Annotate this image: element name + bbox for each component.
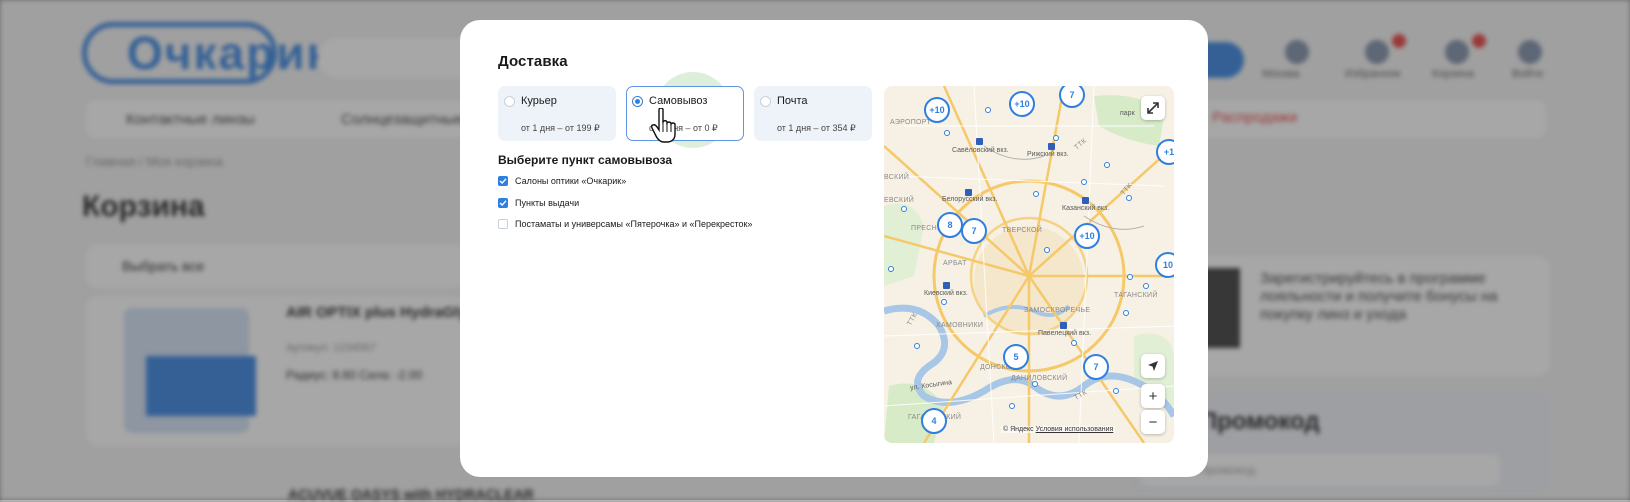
map-cluster[interactable]: 7 — [961, 218, 987, 244]
pickup-point[interactable] — [1033, 191, 1039, 197]
radio-courier[interactable] — [504, 96, 515, 107]
pickup-point[interactable] — [1071, 340, 1077, 346]
option-price: от 1 дня – от 199 ₽ — [521, 123, 600, 134]
pickup-point[interactable] — [1123, 310, 1129, 316]
station-icon — [965, 189, 972, 196]
pickup-point[interactable] — [944, 130, 950, 136]
pickup-point[interactable] — [1143, 283, 1149, 289]
map-label: Рижский вкз. — [1027, 151, 1069, 158]
pickup-point[interactable] — [914, 343, 920, 349]
map-label: ВСКИЙ — [884, 174, 909, 181]
station-icon — [943, 282, 950, 289]
station-icon — [976, 138, 983, 145]
map-copyright: © Яндекс Условия использования — [1001, 426, 1115, 433]
map-label: ХАМОВНИКИ — [936, 322, 983, 329]
radio-post[interactable] — [760, 96, 771, 107]
map-cluster[interactable]: 8 — [937, 212, 963, 238]
map-label: АРБАТ — [943, 260, 967, 267]
yandex-copyright: © Яндекс — [1003, 426, 1034, 433]
filter-label: Пункты выдачи — [515, 198, 579, 208]
delivery-modal: Доставка Курьер от 1 дня – от 199 ₽ Само… — [460, 20, 1208, 477]
map-label: Казанский вкз. — [1062, 205, 1109, 212]
delivery-option-pickup[interactable]: Самовывоз от 1 дня – от 0 ₽ — [626, 86, 744, 141]
filter-optics-salons[interactable]: Салоны оптики «Очкарик» — [498, 176, 626, 186]
pickup-point[interactable] — [1053, 135, 1059, 141]
pickup-point[interactable] — [1009, 403, 1015, 409]
pickup-point[interactable] — [1081, 179, 1087, 185]
map-cluster[interactable]: 10 — [1155, 252, 1174, 278]
pickup-heading: Выберите пункт самовывоза — [498, 153, 672, 167]
station-icon — [1048, 143, 1055, 150]
geolocation-button[interactable] — [1141, 354, 1165, 378]
zoom-out-button[interactable]: − — [1141, 410, 1165, 434]
pickup-point[interactable] — [1113, 388, 1119, 394]
zoom-in-button[interactable]: + — [1141, 384, 1165, 408]
map-cluster[interactable]: 4 — [921, 408, 947, 434]
map-label: ТВЕРСКОЙ — [1002, 227, 1042, 234]
station-icon — [1082, 197, 1089, 204]
pickup-point[interactable] — [888, 266, 894, 272]
map-cluster[interactable]: +10 — [924, 97, 950, 123]
pickup-point[interactable] — [901, 206, 907, 212]
pickup-map[interactable]: АЭРОПОРТ Савёловский вкз. Рижский вкз. Б… — [884, 86, 1174, 443]
pickup-point[interactable] — [941, 299, 947, 305]
delivery-option-courier[interactable]: Курьер от 1 дня – от 199 ₽ — [498, 86, 616, 141]
map-label: АЭРОПОРТ — [890, 119, 931, 126]
terms-link[interactable]: Условия использования — [1036, 426, 1114, 433]
map-label: парк — [1120, 110, 1135, 117]
map-cluster[interactable]: 7 — [1083, 354, 1109, 380]
filter-label: Салоны оптики «Очкарик» — [515, 176, 626, 186]
checkbox[interactable] — [498, 198, 508, 208]
station-icon — [1060, 322, 1067, 329]
map-cluster[interactable]: 5 — [1003, 344, 1029, 370]
option-label: Самовывоз — [649, 95, 707, 107]
option-price: от 1 дня – от 354 ₽ — [777, 123, 856, 134]
map-label: Белорусский вкз. — [942, 196, 997, 203]
pickup-point[interactable] — [1032, 381, 1038, 387]
map-label: ЕВСКИЙ — [884, 197, 914, 204]
map-label: ЗАМОСКВОРЕЧЬЕ — [1024, 307, 1090, 314]
map-label: Павелецкий вкз. — [1038, 330, 1091, 337]
fullscreen-button[interactable] — [1141, 96, 1165, 120]
delivery-option-post[interactable]: Почта от 1 дня – от 354 ₽ — [754, 86, 872, 141]
pickup-point[interactable] — [1127, 274, 1133, 280]
map-cluster[interactable]: +10 — [1074, 223, 1100, 249]
pickup-point[interactable] — [985, 107, 991, 113]
locate-arrow-icon — [1147, 360, 1159, 372]
map-cluster[interactable]: +10 — [1009, 91, 1035, 117]
radio-pickup[interactable] — [632, 96, 643, 107]
expand-icon — [1147, 102, 1159, 114]
option-label: Курьер — [521, 95, 557, 107]
filter-parcel-lockers[interactable]: Постаматы и универсамы «Пятерочка» и «Пе… — [498, 219, 752, 229]
map-label: ДАНИЛОВСКИЙ — [1011, 375, 1067, 382]
checkbox[interactable] — [498, 176, 508, 186]
hand-cursor-icon — [650, 108, 680, 144]
filter-label: Постаматы и универсамы «Пятерочка» и «Пе… — [515, 219, 752, 229]
pickup-point[interactable] — [1126, 195, 1132, 201]
filter-pickup-points[interactable]: Пункты выдачи — [498, 198, 579, 208]
option-label: Почта — [777, 95, 808, 107]
modal-title: Доставка — [498, 53, 568, 70]
pickup-point[interactable] — [1044, 247, 1050, 253]
map-label: Савёловский вкз. — [952, 147, 1009, 154]
pickup-point[interactable] — [1104, 162, 1110, 168]
map-label: Киевский вкз. — [924, 290, 968, 297]
map-label: ТАГАНСКИЙ — [1114, 292, 1158, 299]
checkbox[interactable] — [498, 219, 508, 229]
